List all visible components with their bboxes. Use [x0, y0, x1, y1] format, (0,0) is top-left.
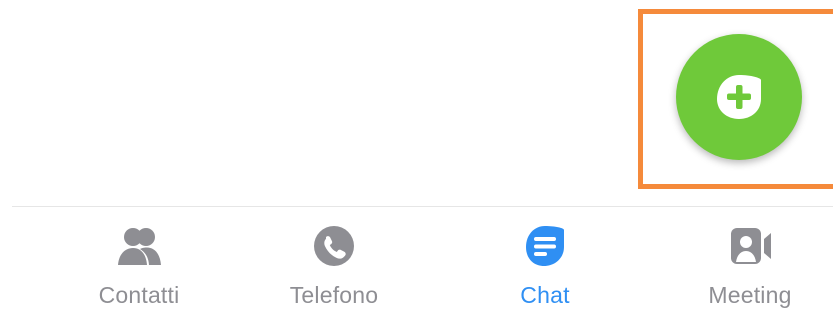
tab-label: Telefono	[289, 282, 379, 308]
tab-contatti[interactable]: Contatti	[59, 207, 219, 309]
tab-meeting[interactable]: Meeting	[670, 207, 830, 309]
new-chat-button[interactable]	[676, 34, 802, 160]
video-meeting-icon	[731, 228, 771, 264]
new-chat-plus-icon	[717, 75, 761, 119]
tab-label: Chat	[520, 282, 570, 308]
phone-icon	[314, 226, 354, 266]
chat-icon	[526, 226, 564, 266]
tab-label: Contatti	[98, 282, 180, 308]
tab-label: Meeting	[708, 282, 792, 308]
tab-telefono[interactable]: Telefono	[254, 207, 414, 309]
tab-bar: Contatti Telefono Chat Meeting	[12, 206, 833, 309]
screen: Contatti Telefono Chat Meeting	[0, 0, 833, 309]
tab-chat[interactable]: Chat	[465, 207, 625, 309]
contacts-icon	[118, 228, 161, 265]
